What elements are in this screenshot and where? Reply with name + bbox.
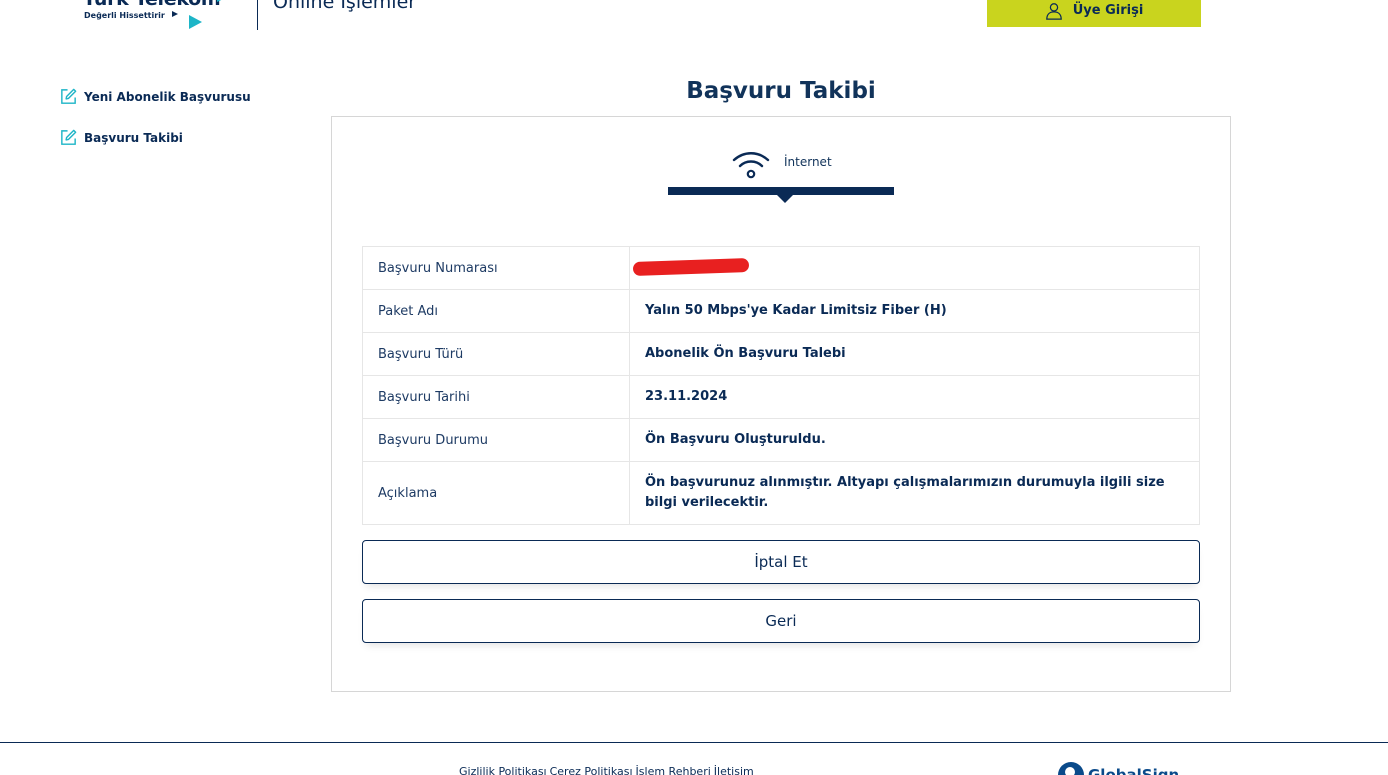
login-button-label: Üye Girişi (1072, 3, 1144, 18)
row-value: 23.11.2024 (629, 375, 1200, 419)
row-value: Abonelik Ön Başvuru Talebi (629, 332, 1200, 376)
login-button[interactable]: Üye Girişi (987, 0, 1201, 27)
header-divider (257, 0, 258, 30)
row-value (629, 246, 1200, 290)
logo-slogan: Değerli Hissettirir (84, 11, 165, 20)
logo-arrow-icon (217, 0, 234, 2)
row-value: Ön başvurunuz alınmıştır. Altyapı çalışm… (629, 461, 1200, 525)
page-title: Başvuru Takibi (686, 78, 876, 104)
row-value: Ön Başvuru Oluşturuldu. (629, 418, 1200, 462)
row-label: Başvuru Numarası (362, 246, 630, 290)
row-label: Başvuru Tarihi (362, 375, 630, 419)
tab-caret-icon (776, 194, 794, 203)
row-label: Başvuru Türü (362, 332, 630, 376)
table-row: Başvuru Durumu Ön Başvuru Oluşturuldu. (362, 418, 1200, 462)
tab-internet[interactable]: İnternet (668, 145, 894, 207)
logo-small-arrow-icon (172, 11, 178, 17)
globalsign-label: GlobalSign (1088, 766, 1180, 775)
footer-links: Gizlilik Politikası Çerez Politikası İşl… (459, 765, 754, 775)
row-label: Paket Adı (362, 289, 630, 333)
footer-link-guide[interactable]: İşlem Rehberi (636, 765, 711, 775)
table-row: Başvuru Türü Abonelik Ön Başvuru Talebi (362, 332, 1200, 376)
redaction-mark (632, 257, 750, 276)
globalsign-badge[interactable]: GlobalSign (1058, 762, 1179, 775)
row-value: Yalın 50 Mbps'ye Kadar Limitsiz Fiber (H… (629, 289, 1200, 333)
edit-icon (61, 129, 77, 145)
globalsign-icon (1058, 762, 1084, 775)
header: Türk Telekom Değerli Hissettirir Online … (0, 0, 1388, 40)
table-row: Açıklama Ön başvurunuz alınmıştır. Altya… (362, 461, 1200, 525)
edit-icon (61, 88, 77, 104)
application-details-table: Başvuru Numarası Paket Adı Yalın 50 Mbps… (362, 246, 1200, 525)
logo-name: Türk Telekom (83, 0, 221, 10)
footer-link-cookies[interactable]: Çerez Politikası (550, 765, 633, 775)
tab-label: İnternet (784, 155, 832, 169)
table-row: Başvuru Tarihi 23.11.2024 (362, 375, 1200, 419)
logo-arrow-icon (189, 15, 202, 29)
table-row: Paket Adı Yalın 50 Mbps'ye Kadar Limitsi… (362, 289, 1200, 333)
sidebar-item-label: Yeni Abonelik Başvurusu (84, 89, 251, 104)
section-title: Online İşlemler (273, 0, 417, 13)
wifi-icon (732, 152, 770, 179)
row-label: Açıklama (362, 461, 630, 525)
user-icon (1045, 2, 1062, 20)
sidebar-item-label: Başvuru Takibi (84, 130, 183, 145)
sidebar-item-new-subscription[interactable]: Yeni Abonelik Başvurusu (59, 87, 251, 106)
back-button[interactable]: Geri (362, 599, 1200, 643)
row-label: Başvuru Durumu (362, 418, 630, 462)
application-panel: İnternet Başvuru Numarası Paket Adı Yalı… (331, 116, 1231, 692)
footer-divider (0, 742, 1388, 743)
table-row: Başvuru Numarası (362, 246, 1200, 290)
footer-link-contact[interactable]: İletişim (714, 765, 754, 775)
footer-link-privacy[interactable]: Gizlilik Politikası (459, 765, 547, 775)
cancel-button[interactable]: İptal Et (362, 540, 1200, 584)
sidebar-item-application-tracking[interactable]: Başvuru Takibi (59, 128, 183, 147)
